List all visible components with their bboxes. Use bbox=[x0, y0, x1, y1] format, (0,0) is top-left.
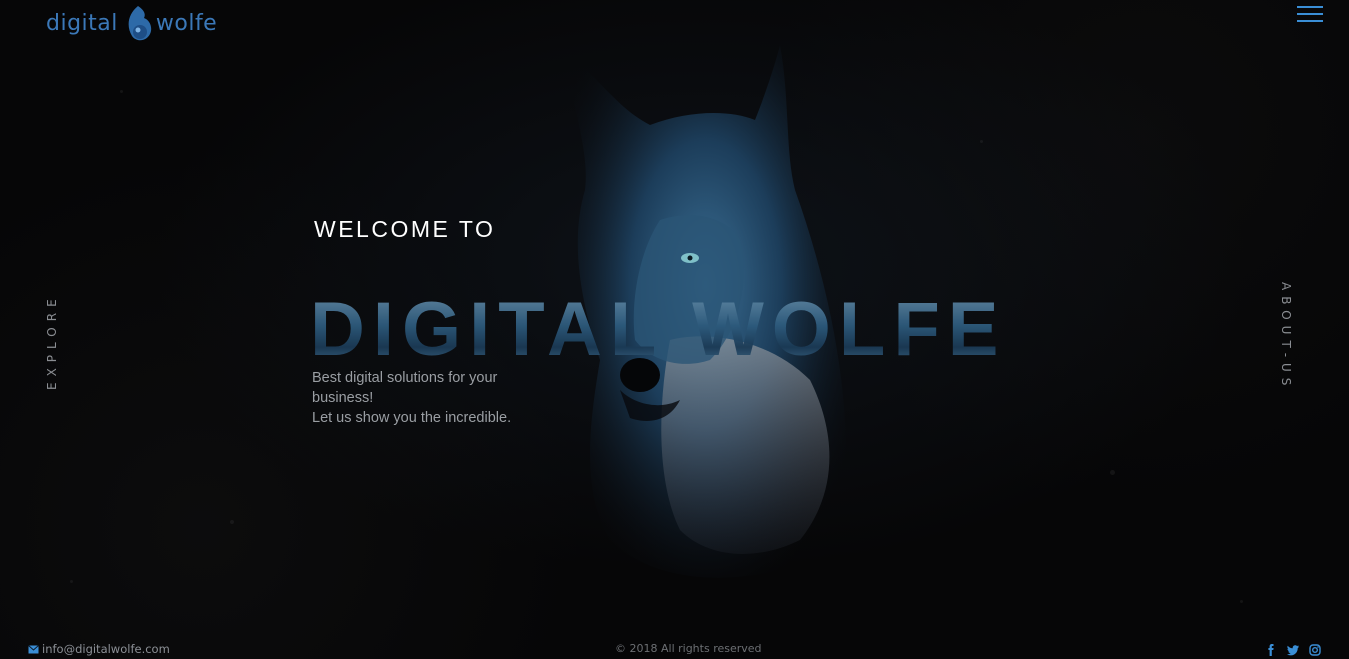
hero-title: DIGITAL WOLFE bbox=[310, 287, 1007, 372]
background-speck bbox=[120, 90, 123, 93]
envelope-icon bbox=[28, 644, 39, 653]
social-links bbox=[1265, 641, 1321, 656]
logo-text-left: digital bbox=[46, 11, 118, 36]
site-logo[interactable]: digital wolfe bbox=[46, 2, 217, 46]
background-speck bbox=[70, 580, 73, 583]
footer-email: info@digitalwolfe.com bbox=[42, 642, 170, 656]
facebook-icon[interactable] bbox=[1265, 641, 1277, 656]
welcome-heading: WELCOME TO bbox=[314, 216, 496, 242]
hamburger-icon bbox=[1297, 13, 1323, 15]
footer-email-link[interactable]: info@digitalwolfe.com bbox=[28, 642, 170, 656]
hamburger-menu-button[interactable] bbox=[1297, 6, 1325, 24]
hamburger-icon bbox=[1297, 20, 1323, 22]
instagram-icon[interactable] bbox=[1309, 641, 1321, 656]
background-speck bbox=[980, 140, 983, 143]
copyright-text: © 2018 All rights reserved bbox=[615, 642, 762, 655]
about-us-link[interactable]: ABOUT-US bbox=[1279, 282, 1293, 397]
background-speck bbox=[230, 520, 234, 524]
explore-link[interactable]: EXPLORE bbox=[45, 290, 59, 390]
background-speck bbox=[1240, 600, 1243, 603]
wolf-logo-icon bbox=[128, 6, 152, 41]
twitter-icon[interactable] bbox=[1287, 641, 1299, 656]
landing-page: digital wolfe EXPLORE ABOUT-US WELCOME T… bbox=[0, 0, 1349, 659]
hamburger-icon bbox=[1297, 6, 1323, 8]
logo-text-right: wolfe bbox=[155, 11, 218, 36]
background-speck bbox=[1110, 470, 1115, 475]
tagline-line: Let us show you the incredible. bbox=[312, 410, 512, 426]
tagline-line: business! bbox=[312, 390, 374, 406]
tagline-line: Best digital solutions for your bbox=[312, 370, 498, 386]
hero-tagline: Best digital solutions for your business… bbox=[312, 368, 522, 428]
